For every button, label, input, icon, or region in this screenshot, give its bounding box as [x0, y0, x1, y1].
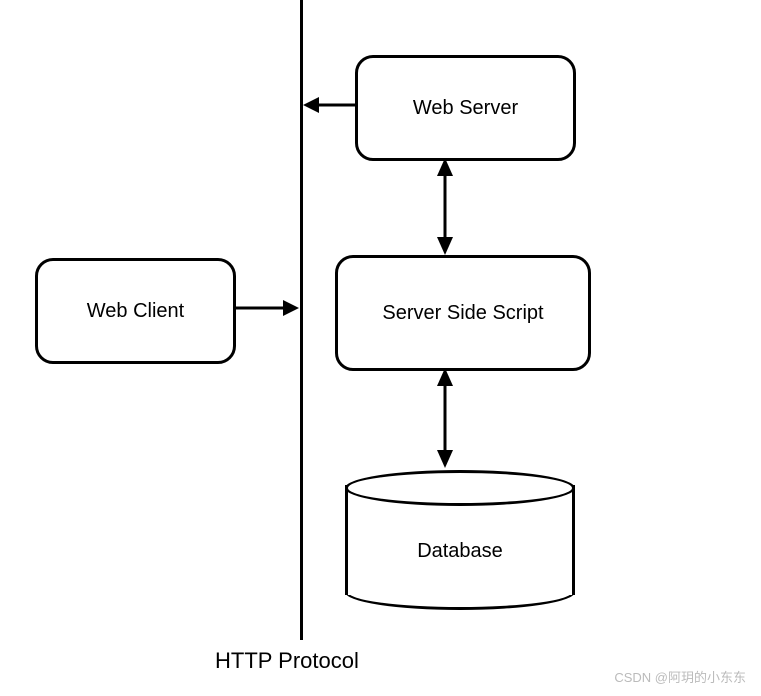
web-client-label: Web Client [87, 300, 184, 323]
watermark: CSDN @阿玥的小东东 [614, 667, 746, 686]
web-client-box: Web Client [35, 258, 236, 364]
server-side-script-box: Server Side Script [335, 255, 591, 371]
database-cylinder: Database [345, 470, 575, 610]
arrow-server-script [435, 158, 455, 255]
arrow-client-to-server [235, 298, 300, 318]
arrow-script-database [435, 368, 455, 468]
database-label: Database [345, 540, 575, 563]
diagram-container: Web Client Web Server Server Side Script… [0, 0, 761, 696]
web-server-box: Web Server [355, 55, 576, 161]
protocol-label: HTTP Protocol [215, 648, 359, 674]
web-server-label: Web Server [413, 97, 518, 120]
arrow-server-to-client [303, 95, 355, 115]
server-side-script-label: Server Side Script [382, 302, 543, 325]
